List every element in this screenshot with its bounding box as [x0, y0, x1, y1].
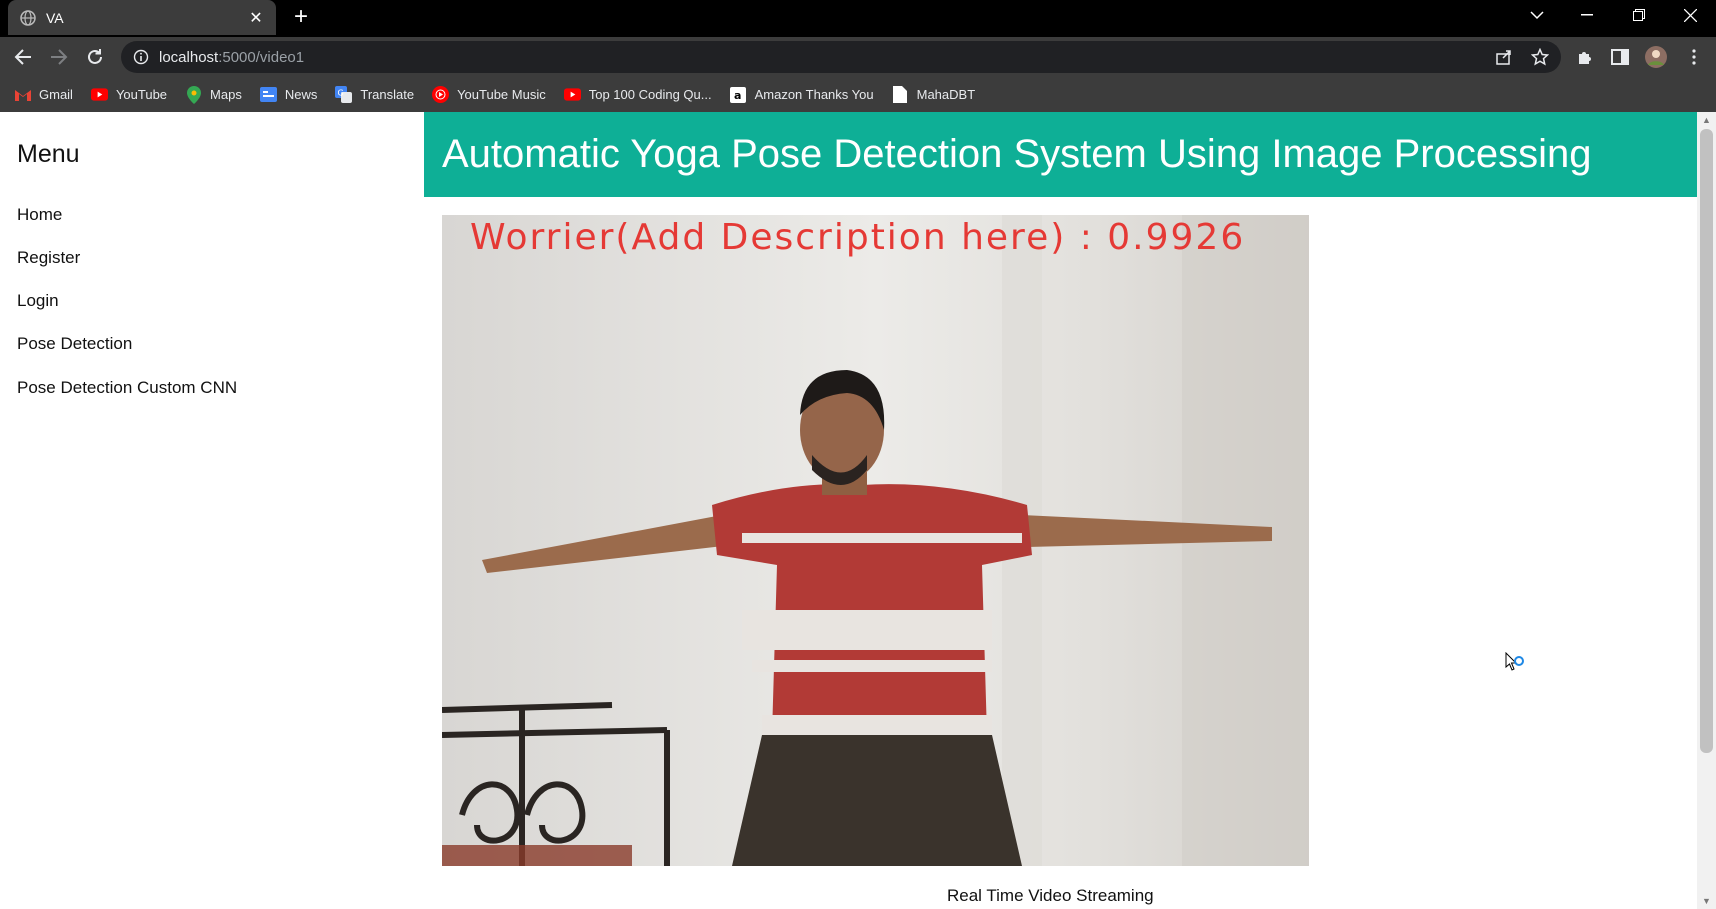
bookmark-star-icon[interactable]: [1528, 45, 1552, 69]
bookmark-label: Gmail: [39, 87, 73, 102]
bookmark-label: YouTube Music: [457, 87, 546, 102]
bookmark-gmail[interactable]: Gmail: [14, 86, 73, 103]
bookmark-label: Top 100 Coding Qu...: [588, 87, 712, 102]
browser-tab-strip: VA ✕ +: [0, 0, 1716, 37]
globe-icon: [20, 9, 36, 26]
busy-cursor-icon: [1505, 651, 1525, 681]
browser-tab[interactable]: VA ✕: [8, 0, 276, 35]
side-panel-icon[interactable]: [1608, 45, 1632, 69]
more-menu-icon[interactable]: [1682, 45, 1706, 69]
video-stream: Worrier(Add Description here) : 0.9926: [442, 215, 1309, 866]
news-icon: [259, 86, 277, 103]
info-icon[interactable]: [133, 49, 149, 65]
browser-toolbar: localhost:5000/video1: [0, 37, 1716, 77]
url-path: :5000/video1: [218, 48, 305, 66]
bookmark-youtube-music[interactable]: YouTube Music: [432, 86, 546, 103]
bookmark-label: Translate: [360, 87, 415, 102]
gmail-icon: [14, 86, 31, 103]
youtube-icon: [90, 86, 108, 103]
reload-icon[interactable]: [81, 43, 109, 71]
extensions-icon[interactable]: [1573, 45, 1597, 69]
sidebar-item-pose-detection-custom-cnn[interactable]: Pose Detection Custom CNN: [17, 378, 237, 398]
avatar[interactable]: [1644, 45, 1668, 69]
bookmark-youtube[interactable]: YouTube: [90, 86, 168, 103]
youtube-icon: [563, 86, 581, 103]
bookmark-label: YouTube: [115, 87, 168, 102]
sidebar-item-login[interactable]: Login: [17, 291, 59, 311]
forward-icon[interactable]: [45, 43, 73, 71]
address-bar[interactable]: localhost:5000/video1: [121, 41, 1561, 73]
tab-search-icon[interactable]: [1512, 0, 1562, 30]
maps-icon: [185, 85, 202, 104]
new-tab-button[interactable]: +: [289, 5, 313, 30]
close-window-icon[interactable]: [1665, 0, 1715, 30]
page-title: Automatic Yoga Pose Detection System Usi…: [442, 132, 1592, 176]
close-tab-icon[interactable]: ✕: [248, 10, 264, 27]
scroll-up-icon[interactable]: ▲: [1701, 115, 1712, 125]
restore-icon[interactable]: [1614, 0, 1664, 30]
amazon-icon: a: [730, 86, 747, 103]
bookmark-news[interactable]: News: [259, 86, 318, 103]
url-host: localhost: [159, 48, 219, 66]
bookmark-amazon[interactable]: a Amazon Thanks You: [730, 86, 874, 103]
back-icon[interactable]: [9, 43, 37, 71]
share-icon[interactable]: [1492, 45, 1516, 69]
menu-title: Menu: [17, 140, 80, 168]
bookmark-label: News: [284, 87, 318, 102]
bookmark-mahadbt[interactable]: MahaDBT: [892, 86, 976, 103]
bookmark-translate[interactable]: G Translate: [335, 86, 414, 103]
sidebar-item-home[interactable]: Home: [17, 205, 62, 225]
bookmark-top-100-coding[interactable]: Top 100 Coding Qu...: [563, 86, 712, 103]
svg-text:G: G: [338, 89, 344, 98]
sidebar-item-register[interactable]: Register: [17, 248, 80, 268]
youtube-music-icon: [432, 86, 450, 103]
page-header: Automatic Yoga Pose Detection System Usi…: [424, 112, 1697, 197]
video-caption: Real Time Video Streaming: [947, 886, 1154, 905]
sidebar-menu: Menu Home Register Login Pose Detection …: [0, 112, 424, 909]
page-scrollbar[interactable]: ▲ ▼: [1697, 112, 1716, 909]
sidebar-item-pose-detection[interactable]: Pose Detection: [17, 334, 132, 354]
bookmark-label: Maps: [210, 87, 242, 102]
prediction-overlay-text: Worrier(Add Description here) : 0.9926: [470, 217, 1246, 258]
video-frame-illustration: [442, 215, 1309, 866]
scrollbar-thumb[interactable]: [1700, 129, 1713, 753]
minimize-icon[interactable]: [1562, 0, 1612, 30]
bookmark-maps[interactable]: Maps: [185, 85, 242, 104]
translate-icon: G: [335, 86, 353, 103]
bookmarks-bar: Gmail YouTube Maps News G Translate YouT…: [0, 77, 1716, 112]
bookmark-label: Amazon Thanks You: [754, 87, 874, 102]
scroll-down-icon[interactable]: ▼: [1701, 896, 1712, 906]
page-icon: [892, 86, 909, 103]
bookmark-label: MahaDBT: [916, 87, 976, 102]
tab-title: VA: [46, 9, 64, 26]
svg-text:a: a: [734, 89, 741, 102]
